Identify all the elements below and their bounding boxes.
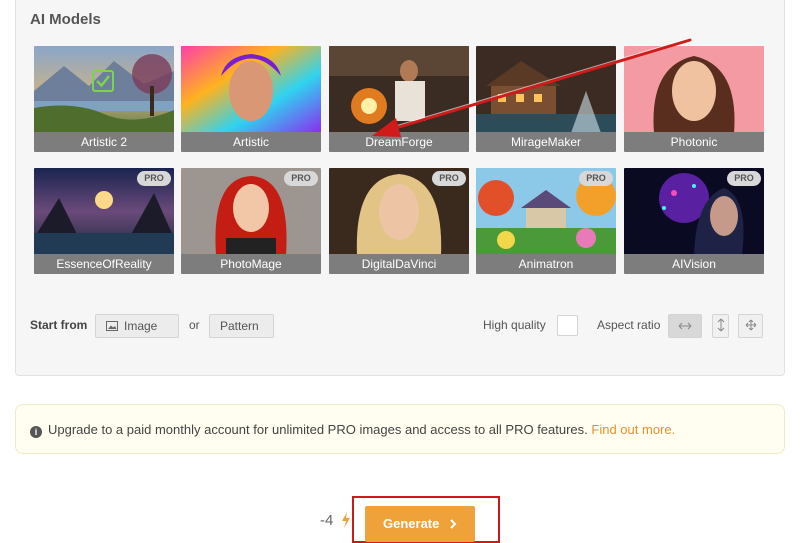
aspect-square-button[interactable] — [738, 314, 763, 338]
high-quality-label: High quality — [483, 318, 546, 332]
find-out-more-link[interactable]: Find out more. — [591, 422, 675, 437]
arrows-horizontal-icon — [678, 322, 692, 330]
notice-text: Upgrade to a paid monthly account for un… — [48, 422, 588, 437]
upgrade-notice: i Upgrade to a paid monthly account for u… — [15, 404, 785, 454]
arrows-vertical-icon — [717, 318, 724, 332]
chevron-right-icon — [450, 519, 457, 529]
annotation-arrow — [372, 37, 692, 137]
image-button-label: Image — [124, 319, 158, 333]
pattern-button[interactable]: Pattern — [209, 314, 274, 338]
image-icon — [106, 321, 118, 331]
credit-cost: -4 — [320, 512, 334, 529]
start-from-label: Start from — [30, 318, 88, 332]
aspect-portrait-button[interactable] — [712, 314, 729, 338]
aspect-ratio-label: Aspect ratio — [597, 318, 661, 332]
arrows-move-icon — [745, 319, 756, 331]
high-quality-checkbox[interactable] — [557, 315, 578, 336]
info-icon: i — [30, 426, 42, 438]
generate-button[interactable]: Generate — [365, 506, 475, 542]
image-button[interactable]: Image — [95, 314, 179, 338]
or-label: or — [189, 318, 200, 332]
aspect-landscape-button[interactable] — [668, 314, 702, 338]
lightning-icon — [342, 512, 350, 528]
generate-label: Generate — [383, 516, 440, 531]
